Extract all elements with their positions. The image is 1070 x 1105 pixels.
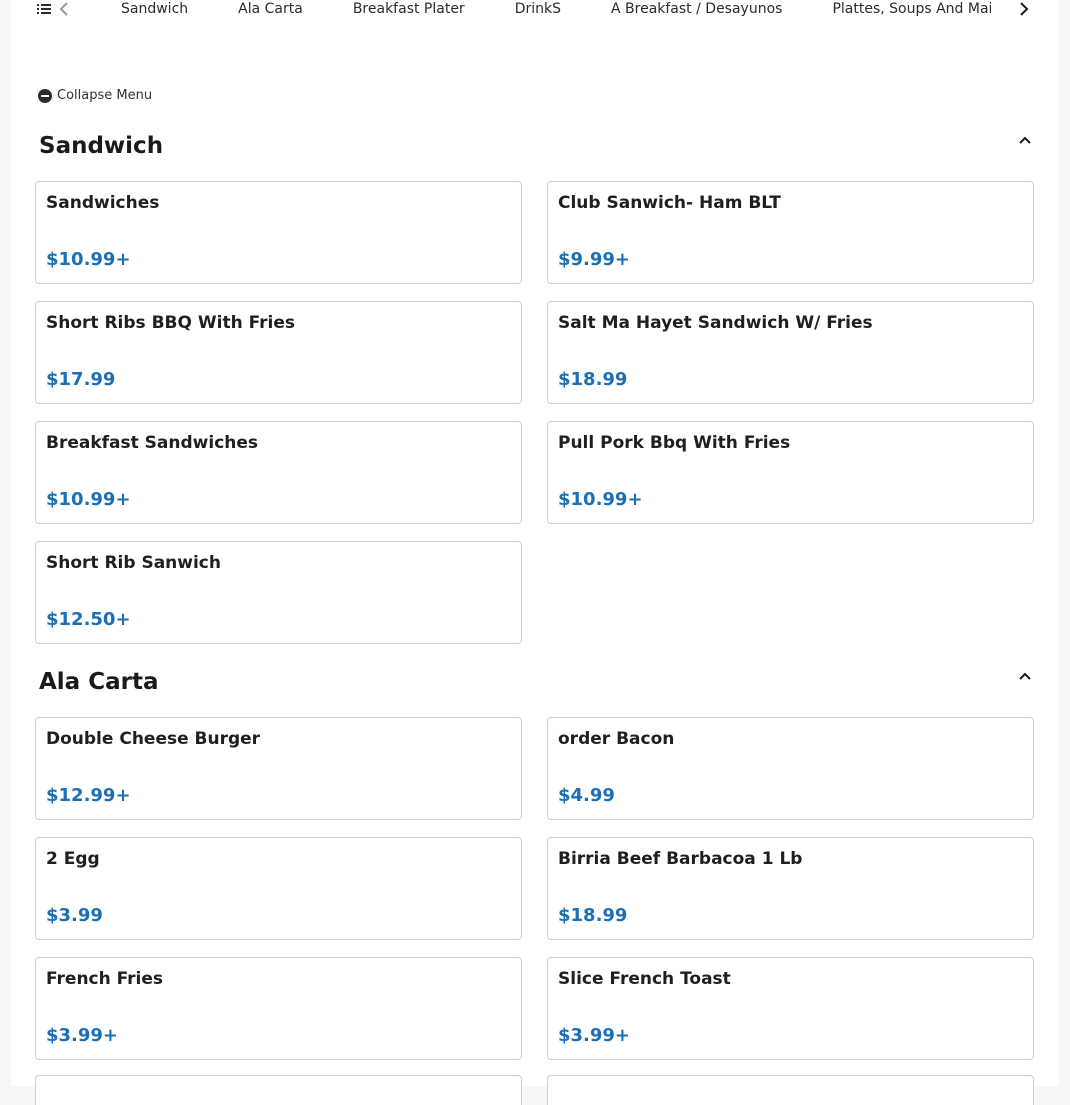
- menu-item-card-partial[interactable]: [547, 1075, 1034, 1105]
- menu-item-name: Pull Pork Bbq With Fries: [558, 433, 791, 453]
- menu-item-price: $10.99+: [558, 489, 643, 510]
- chevron-up-icon[interactable]: [1018, 135, 1032, 145]
- menu-item-price: $18.99: [558, 369, 628, 390]
- category-tab[interactable]: Plattes, Soups And Mains: [832, 0, 991, 18]
- menu-item-card[interactable]: Short Ribs BBQ With Fries $17.99: [35, 301, 522, 404]
- category-tab[interactable]: Ala Carta: [238, 0, 303, 18]
- menu-item-card-partial[interactable]: [35, 1075, 522, 1105]
- chevron-up-icon[interactable]: [1018, 671, 1032, 681]
- menu-item-card[interactable]: order Bacon $4.99: [547, 717, 1034, 820]
- menu-item-price: $3.99: [46, 905, 103, 926]
- section-title-sandwich: Sandwich: [39, 133, 164, 159]
- menu-item-price: $18.99: [558, 905, 628, 926]
- menu-item-card[interactable]: Breakfast Sandwiches $10.99+: [35, 421, 522, 524]
- section-title-ala-carta: Ala Carta: [39, 669, 159, 695]
- section-items-ala-carta: Double Cheese Burger $12.99+ order Bacon $4…: [35, 717, 1034, 1060]
- menu-item-price: $3.99+: [558, 1025, 631, 1046]
- menu-item-card[interactable]: Birria Beef Barbacoa 1 Lb $18.99: [547, 837, 1034, 940]
- menu-item-price: $10.99+: [46, 489, 131, 510]
- menu-item-name: Breakfast Sandwiches: [46, 433, 259, 453]
- category-bar: Sandwich Ala Carta Breakfast Plater DrinkS A…: [11, 0, 1059, 20]
- menu-item-card[interactable]: Salt Ma Hayet Sandwich W/ Fries $18.99: [547, 301, 1034, 404]
- menu-item-name: Short Rib Sanwich: [46, 553, 221, 573]
- menu-item-price: $10.99+: [46, 249, 131, 270]
- menu-item-price: $4.99: [558, 785, 615, 806]
- menu-item-card[interactable]: Club Sanwich- Ham BLT $9.99+: [547, 181, 1034, 284]
- menu-item-name: Slice French Toast: [558, 969, 731, 989]
- menu-item-name: Short Ribs BBQ With Fries: [46, 313, 295, 333]
- menu-item-price: $17.99: [46, 369, 116, 390]
- menu-item-name: order Bacon: [558, 729, 675, 749]
- menu-item-card[interactable]: 2 Egg $3.99: [35, 837, 522, 940]
- minus-circle-icon: [38, 88, 52, 103]
- partial-row: [35, 1075, 1034, 1105]
- menu-item-price: $12.50+: [46, 609, 131, 630]
- menu-item-card[interactable]: French Fries $3.99+: [35, 957, 522, 1060]
- menu-item-name: 2 Egg: [46, 849, 100, 869]
- menu-item-card[interactable]: Short Rib Sanwich $12.50+: [35, 541, 522, 644]
- menu-item-name: Salt Ma Hayet Sandwich W/ Fries: [558, 313, 873, 333]
- menu-item-name: Birria Beef Barbacoa 1 Lb: [558, 849, 803, 869]
- menu-item-price: $12.99+: [46, 785, 131, 806]
- menu-item-name: French Fries: [46, 969, 164, 989]
- menu-item-card[interactable]: Double Cheese Burger $12.99+: [35, 717, 522, 820]
- collapse-menu-label: Collapse Menu: [57, 88, 153, 103]
- category-tab[interactable]: Sandwich: [121, 0, 188, 18]
- menu-item-price: $9.99+: [558, 249, 631, 270]
- collapse-menu-button[interactable]: Collapse Menu: [38, 88, 152, 103]
- menu-item-price: $3.99+: [46, 1025, 119, 1046]
- list-icon[interactable]: [37, 2, 51, 16]
- category-tab[interactable]: Breakfast Plater: [353, 0, 465, 18]
- category-tab[interactable]: A Breakfast / Desayunos: [611, 0, 782, 18]
- menu-panel: Sandwich Ala Carta Breakfast Plater DrinkS A…: [11, 0, 1059, 1105]
- category-tab[interactable]: DrinkS: [515, 0, 561, 18]
- menu-item-name: Sandwiches: [46, 193, 160, 213]
- menu-item-card[interactable]: Pull Pork Bbq With Fries $10.99+: [547, 421, 1034, 524]
- menu-item-name: Double Cheese Burger: [46, 729, 261, 749]
- chevron-left-icon[interactable]: [58, 1, 70, 17]
- chevron-right-icon[interactable]: [1017, 1, 1031, 17]
- menu-item-card[interactable]: Slice French Toast $3.99+: [547, 957, 1034, 1060]
- section-items-sandwich: Sandwiches $10.99+ Club Sanwich- Ham BLT $9…: [35, 181, 1034, 644]
- menu-item-name: Club Sanwich- Ham BLT: [558, 193, 781, 213]
- category-scroller: Sandwich Ala Carta Breakfast Plater DrinkS A…: [96, 0, 991, 20]
- menu-item-card[interactable]: Sandwiches $10.99+: [35, 181, 522, 284]
